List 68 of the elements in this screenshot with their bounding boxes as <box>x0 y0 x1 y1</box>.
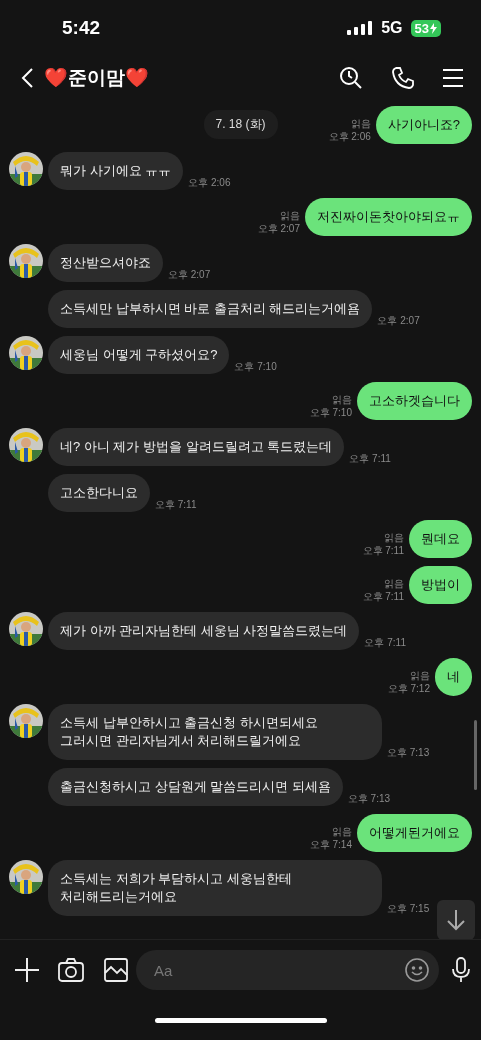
sent-message: 고소하겟습니다 <box>357 382 472 420</box>
add-button[interactable] <box>14 957 40 983</box>
message-time: 오후 2:06 <box>188 176 231 189</box>
sent-message: 방법이 <box>409 566 472 604</box>
date-divider: 7. 18 (화) <box>203 110 278 139</box>
scroll-down-button[interactable] <box>437 900 475 939</box>
sent-message: 사기아니죠? <box>375 106 472 144</box>
read-receipt: 읽음 <box>280 209 300 222</box>
read-receipt: 읽음 <box>332 393 352 406</box>
message-time: 오후 7:14 <box>309 838 352 851</box>
network-label: 5G <box>381 19 403 37</box>
scroll-indicator <box>474 720 477 790</box>
read-receipt: 읽음 <box>410 669 430 682</box>
read-receipt: 읽음 <box>384 531 404 544</box>
read-receipt: 읽음 <box>332 825 352 838</box>
message-time: 오후 7:11 <box>349 452 391 465</box>
avatar[interactable] <box>9 428 43 462</box>
menu-button[interactable] <box>443 69 463 87</box>
sent-message: 네 <box>435 658 472 696</box>
avatar[interactable] <box>9 612 43 646</box>
received-message: 네? 아니 제가 방법을 알려드릴려고 톡드렸는데 <box>48 428 345 466</box>
status-time: 5:42 <box>62 17 101 39</box>
message-time: 오후 7:11 <box>155 498 197 511</box>
sent-message: 뭔데요 <box>409 520 472 558</box>
message-time: 오후 7:10 <box>309 406 352 419</box>
message-time: 오후 7:13 <box>347 792 391 805</box>
received-message: 소득세는 저희가 부담하시고 세웅님한테 처리해드리는거에요 <box>48 860 382 916</box>
received-message: 세웅님 어떻게 구하셨어요? <box>48 336 230 374</box>
camera-button[interactable] <box>58 958 84 982</box>
back-button[interactable] <box>20 67 34 89</box>
received-message: 고소한다니요 <box>48 474 150 512</box>
home-indicator[interactable] <box>154 1017 327 1023</box>
avatar[interactable] <box>9 704 43 738</box>
received-message: 정산받으셔야죠 <box>48 244 163 282</box>
message-time: 오후 2:06 <box>328 130 371 143</box>
battery-indicator: 53 <box>410 19 441 37</box>
arrow-down-icon <box>446 909 466 931</box>
message-time: 오후 7:10 <box>234 360 277 373</box>
message-time: 오후 7:12 <box>387 682 430 695</box>
message-time: 오후 7:13 <box>387 746 430 759</box>
sent-message: 저진짜이돈찻아야되요ㅠ <box>305 198 472 236</box>
message-time: 오후 7:15 <box>387 902 430 915</box>
received-message: 제가 아까 관리자님한테 세웅님 사정말씀드렸는데 <box>48 612 360 650</box>
search-button[interactable] <box>339 66 363 90</box>
message-time: 오후 2:07 <box>168 268 211 281</box>
message-time: 오후 7:11 <box>362 544 404 557</box>
gallery-button[interactable] <box>104 958 128 982</box>
received-message: 뭐가 사기에요 ㅠㅠ <box>48 152 184 190</box>
avatar[interactable] <box>9 336 43 370</box>
call-button[interactable] <box>391 66 415 90</box>
microphone-button[interactable] <box>451 957 471 983</box>
signal-icon <box>347 21 374 35</box>
message-input[interactable]: Aa <box>136 950 439 990</box>
message-time: 오후 2:07 <box>377 314 420 327</box>
received-message: 소득세 납부안하시고 출금신청 하시면되세요 그러시면 관리자님게서 처리해드릴거에요 <box>48 704 382 760</box>
received-message: 출금신청하시고 상담원게 말씀드리시면 되세욤 <box>48 768 343 806</box>
read-receipt: 읽음 <box>384 577 404 590</box>
avatar[interactable] <box>9 244 43 278</box>
chat-title: ❤준이맘❤ <box>44 66 150 90</box>
message-time: 오후 7:11 <box>364 636 406 649</box>
emoji-icon[interactable] <box>405 958 429 982</box>
message-time: 오후 2:07 <box>257 222 300 235</box>
message-time: 오후 7:11 <box>362 590 404 603</box>
avatar[interactable] <box>9 152 43 186</box>
read-receipt: 읽음 <box>350 117 371 130</box>
avatar[interactable] <box>9 860 43 894</box>
sent-message: 어떻게된거에요 <box>357 814 472 852</box>
received-message: 소득세만 납부하시면 바로 출금처리 해드리는거에욤 <box>48 290 373 328</box>
